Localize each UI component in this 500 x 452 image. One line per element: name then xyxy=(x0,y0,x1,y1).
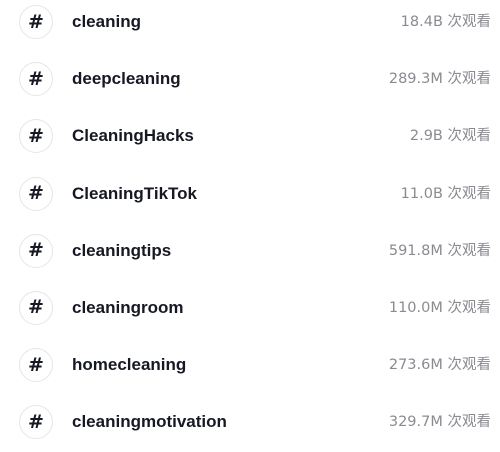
view-count: 273.6M 次观看 xyxy=(388,357,491,374)
hashtag-row[interactable]: # homecleaning 273.6M 次观看 xyxy=(0,337,500,394)
hashtag-name: CleaningTikTok xyxy=(72,183,198,203)
view-count: 18.4B 次观看 xyxy=(400,14,491,30)
hashtag-icon: # xyxy=(19,176,53,211)
hashtag-icon: # xyxy=(19,290,53,325)
view-count: 11.0B 次观看 xyxy=(400,185,491,202)
hashtag-name: cleaning xyxy=(72,12,141,31)
hashtag-icon: # xyxy=(19,62,53,97)
view-count: 289.3M 次观看 xyxy=(388,71,491,88)
hashtag-name: cleaningtips xyxy=(72,240,172,260)
hashtag-icon: # xyxy=(19,119,53,154)
hashtag-list: # cleaning 18.4B 次观看 # deepcleaning 289.… xyxy=(0,0,500,452)
view-count: 110.0M 次观看 xyxy=(388,299,491,316)
hashtag-row[interactable]: # cleaningroom 110.0M 次观看 xyxy=(0,280,500,337)
view-count: 591.8M 次观看 xyxy=(388,242,491,259)
hashtag-row[interactable]: # cleaning 18.4B 次观看 xyxy=(0,0,500,51)
hashtag-icon: # xyxy=(19,405,53,440)
hashtag-name: homecleaning xyxy=(72,355,187,375)
hashtag-name: deepcleaning xyxy=(72,69,181,89)
hashtag-icon: # xyxy=(19,233,53,268)
hashtag-row[interactable]: # cleaningmotivation 329.7M 次观看 xyxy=(0,394,500,451)
hashtag-icon: # xyxy=(19,5,53,39)
view-count: 2.9B 次观看 xyxy=(409,128,491,145)
hashtag-row[interactable]: # CleaningTikTok 11.0B 次观看 xyxy=(0,166,500,223)
hashtag-row[interactable]: # deepcleaning 289.3M 次观看 xyxy=(0,51,500,108)
view-count: 329.7M 次观看 xyxy=(388,414,491,431)
hashtag-icon: # xyxy=(19,348,53,383)
hashtag-name: cleaningmotivation xyxy=(72,412,227,432)
hashtag-row[interactable]: # cleaningtips 591.8M 次观看 xyxy=(0,223,500,280)
hashtag-name: CleaningHacks xyxy=(72,126,194,146)
hashtag-name: cleaningroom xyxy=(72,297,184,317)
hashtag-row[interactable]: # CleaningHacks 2.9B 次观看 xyxy=(0,108,500,165)
